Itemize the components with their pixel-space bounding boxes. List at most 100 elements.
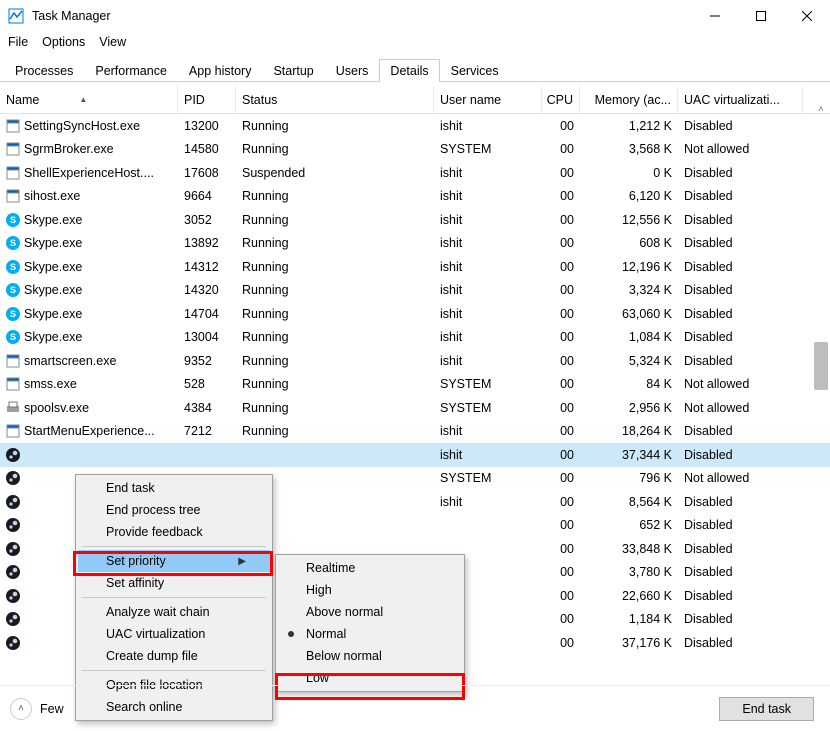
process-name: smss.exe: [24, 377, 77, 391]
table-row[interactable]: SSkype.exe3052Runningishit0012,556 KDisa…: [0, 208, 830, 232]
process-memory: 22,660 K: [580, 589, 678, 603]
process-user: ishit: [434, 236, 542, 250]
close-button[interactable]: [784, 0, 830, 32]
process-pid: 4384: [178, 401, 236, 415]
process-name: Skype.exe: [24, 213, 82, 227]
process-cpu: 00: [542, 495, 580, 509]
tab-services[interactable]: Services: [440, 59, 510, 82]
col-cpu[interactable]: CPU: [542, 86, 580, 113]
menu-item[interactable]: Set priority▶: [78, 550, 270, 572]
process-name: SgrmBroker.exe: [24, 142, 114, 156]
table-row[interactable]: ShellExperienceHost....17608Suspendedish…: [0, 161, 830, 185]
process-icon: [6, 424, 20, 438]
menu-item[interactable]: End process tree: [78, 499, 270, 521]
scroll-up-icon[interactable]: ˄: [814, 103, 828, 115]
process-uac: Not allowed: [678, 377, 803, 391]
tab-app-history[interactable]: App history: [178, 59, 263, 82]
process-icon: S: [6, 283, 20, 297]
priority-item[interactable]: Realtime: [278, 557, 462, 579]
tab-startup[interactable]: Startup: [262, 59, 324, 82]
table-row[interactable]: StartMenuExperience...7212Runningishit00…: [0, 420, 830, 444]
process-memory: 84 K: [580, 377, 678, 391]
process-memory: 652 K: [580, 518, 678, 532]
process-user: ishit: [434, 213, 542, 227]
process-cpu: 00: [542, 612, 580, 626]
process-icon: [6, 518, 20, 532]
process-status: Running: [236, 213, 434, 227]
tab-performance[interactable]: Performance: [84, 59, 178, 82]
menu-item[interactable]: Analyze wait chain: [78, 601, 270, 623]
col-memory[interactable]: Memory (ac...: [580, 86, 678, 113]
table-row[interactable]: SgrmBroker.exe14580RunningSYSTEM003,568 …: [0, 138, 830, 162]
end-task-button[interactable]: End task: [719, 697, 814, 721]
tab-users[interactable]: Users: [325, 59, 380, 82]
process-uac: Disabled: [678, 307, 803, 321]
priority-item[interactable]: Below normal: [278, 645, 462, 667]
process-pid: 13004: [178, 330, 236, 344]
col-name[interactable]: Name▲: [0, 86, 178, 113]
process-icon: [6, 354, 20, 368]
menu-file[interactable]: File: [8, 35, 28, 49]
table-row[interactable]: SSkype.exe14704Runningishit0063,060 KDis…: [0, 302, 830, 326]
table-row[interactable]: sihost.exe9664Runningishit006,120 KDisab…: [0, 185, 830, 209]
priority-item[interactable]: High: [278, 579, 462, 601]
table-row[interactable]: SSkype.exe14312Runningishit0012,196 KDis…: [0, 255, 830, 279]
table-row[interactable]: spoolsv.exe4384RunningSYSTEM002,956 KNot…: [0, 396, 830, 420]
maximize-button[interactable]: [738, 0, 784, 32]
process-name: sihost.exe: [24, 189, 80, 203]
process-uac: Not allowed: [678, 401, 803, 415]
tab-processes[interactable]: Processes: [4, 59, 84, 82]
process-name: Skype.exe: [24, 330, 82, 344]
table-row[interactable]: smartscreen.exe9352Runningishit005,324 K…: [0, 349, 830, 373]
menu-item[interactable]: Provide feedback: [78, 521, 270, 543]
process-status: Running: [236, 377, 434, 391]
process-icon: [6, 448, 20, 462]
col-user[interactable]: User name: [434, 86, 542, 113]
context-menu[interactable]: End taskEnd process treeProvide feedback…: [75, 474, 273, 721]
priority-submenu[interactable]: RealtimeHighAbove normalNormalBelow norm…: [275, 554, 465, 692]
process-name: Skype.exe: [24, 283, 82, 297]
menu-item[interactable]: Set affinity: [78, 572, 270, 594]
process-user: ishit: [434, 119, 542, 133]
table-row[interactable]: SSkype.exe14320Runningishit003,324 KDisa…: [0, 279, 830, 303]
process-cpu: 00: [542, 283, 580, 297]
menu-view[interactable]: View: [99, 35, 126, 49]
process-status: ing: [236, 448, 434, 462]
process-uac: Disabled: [678, 213, 803, 227]
process-uac: Disabled: [678, 448, 803, 462]
table-row[interactable]: SSkype.exe13004Runningishit001,084 KDisa…: [0, 326, 830, 350]
process-memory: 37,344 K: [580, 448, 678, 462]
minimize-button[interactable]: [692, 0, 738, 32]
process-memory: 5,324 K: [580, 354, 678, 368]
process-user: ishit: [434, 166, 542, 180]
table-row[interactable]: SettingSyncHost.exe13200Runningishit001,…: [0, 114, 830, 138]
process-name: spoolsv.exe: [24, 401, 89, 415]
table-row[interactable]: steamingishit0037,344 KDisabled: [0, 443, 830, 467]
menu-item[interactable]: End task: [78, 477, 270, 499]
process-uac: Disabled: [678, 495, 803, 509]
fewer-details-label: Few: [40, 702, 64, 716]
col-status[interactable]: Status: [236, 86, 434, 113]
process-status: Running: [236, 401, 434, 415]
table-row[interactable]: smss.exe528RunningSYSTEM0084 KNot allowe…: [0, 373, 830, 397]
tab-details[interactable]: Details: [379, 59, 439, 82]
process-status: Running: [236, 307, 434, 321]
menu-options[interactable]: Options: [42, 35, 85, 49]
process-name: Skype.exe: [24, 236, 82, 250]
process-user: SYSTEM: [434, 471, 542, 485]
scrollbar-thumb[interactable]: [814, 342, 828, 390]
menu-item[interactable]: UAC virtualization: [78, 623, 270, 645]
process-uac: Disabled: [678, 589, 803, 603]
process-memory: 33,848 K: [580, 542, 678, 556]
process-status: Suspended: [236, 166, 434, 180]
priority-item[interactable]: Normal: [278, 623, 462, 645]
col-pid[interactable]: PID: [178, 86, 236, 113]
process-icon: [6, 166, 20, 180]
process-cpu: 00: [542, 166, 580, 180]
fewer-details-toggle[interactable]: ˄: [10, 698, 32, 720]
table-row[interactable]: SSkype.exe13892Runningishit00608 KDisabl…: [0, 232, 830, 256]
priority-item[interactable]: Above normal: [278, 601, 462, 623]
process-name: ShellExperienceHost....: [24, 166, 154, 180]
menu-item[interactable]: Create dump file: [78, 645, 270, 667]
col-uac[interactable]: UAC virtualizati...: [678, 86, 803, 113]
